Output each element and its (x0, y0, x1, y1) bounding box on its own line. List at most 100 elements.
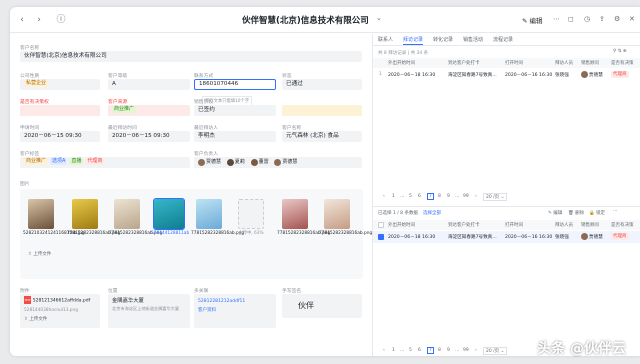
attachment-upload-button[interactable]: ⇧ 上传文件 (24, 317, 47, 322)
photo-thumb[interactable] (282, 199, 308, 229)
detail-form: 客户名称 伙伴智慧(北京)信息技术有限公司 公司性质 私营企业 客户等级 A 联… (10, 34, 372, 356)
owners-field[interactable]: 贾德慧 夏莉 董雷 贾德慧 (194, 157, 362, 168)
photo-thumb-selected[interactable] (153, 198, 185, 230)
contact-input[interactable]: 18601070446 (194, 79, 276, 90)
decision-badge: 代理商 (611, 71, 629, 78)
close-icon[interactable]: ✕ (629, 15, 635, 23)
photo-thumb[interactable] (28, 199, 54, 229)
apply-time-field[interactable]: 2020－06－15 09:30 (20, 131, 100, 142)
tab-contacts[interactable]: 联系人 (378, 36, 393, 43)
back-icon[interactable]: ‹ (15, 13, 29, 27)
signature-field[interactable]: 伙伴 (282, 294, 362, 318)
cell-open: 2020－06－16 16:30 (505, 235, 553, 240)
page-5[interactable]: 5 (409, 194, 412, 199)
comment-icon[interactable]: ◻ (568, 15, 574, 23)
customer-name-field[interactable]: 伙伴智慧(北京)信息技术有限公司 (20, 51, 362, 62)
select-all-checkbox[interactable] (378, 222, 384, 228)
customer-company-field[interactable]: 元气森林 (北京) 食品 (282, 131, 362, 142)
avatar (250, 159, 258, 166)
photo-thumb[interactable] (196, 199, 222, 229)
tab-visit-records[interactable]: 拜访记录 (403, 36, 424, 45)
pager-prev[interactable]: ‹ (383, 194, 385, 199)
bulk-edit-button[interactable]: ✎ 编辑 (548, 210, 562, 216)
location-place: 金隅嘉华大厦 (112, 298, 144, 304)
select-all-link[interactable]: 选择全部 (423, 210, 441, 216)
page-1[interactable]: 1 (392, 348, 395, 353)
avatar (581, 233, 588, 240)
page-8[interactable]: 8 (438, 348, 441, 353)
photo-thumb[interactable] (324, 199, 350, 229)
page-6[interactable]: 6 (418, 348, 421, 353)
page-size-value: 20 /页 (486, 195, 500, 200)
related-field[interactable]: 52812281212addf11 客户资料 (194, 294, 276, 328)
bulk-more-icon[interactable]: ⋯ (613, 209, 618, 214)
share-icon[interactable]: ⇪ (599, 15, 605, 23)
pager-next[interactable]: › (475, 348, 477, 353)
photo-thumb[interactable] (72, 199, 98, 229)
pager-ellipsis: … (400, 194, 405, 199)
page-size-select[interactable]: 20 /页 ⌄ (483, 347, 508, 355)
page-9[interactable]: 9 (447, 348, 450, 353)
row-checkbox[interactable] (378, 234, 384, 240)
col-start: 外出开始时间 (388, 223, 415, 228)
tab-sales-activity[interactable]: 销售活动 (463, 36, 483, 43)
page-1[interactable]: 1 (392, 194, 395, 199)
bulk-delete-button[interactable]: 🗑 删除 (568, 210, 584, 216)
page-99[interactable]: 99 (463, 194, 469, 199)
page-current[interactable]: 7 (427, 193, 434, 200)
customer-name-label: 客户名称 (20, 46, 40, 51)
related-link[interactable]: 客户资料 (198, 308, 216, 313)
cell-advisor: 贾德慧 (581, 233, 603, 240)
page-99[interactable]: 99 (463, 348, 469, 353)
customer-level-field[interactable]: A (108, 79, 190, 90)
page-current[interactable]: 7 (427, 347, 434, 354)
related-link[interactable]: 52812281212addf11 (198, 299, 245, 304)
tag-item: 代理商 (85, 158, 105, 165)
pager-next[interactable]: › (475, 194, 477, 199)
page-8[interactable]: 8 (438, 194, 441, 199)
photo-thumb[interactable] (114, 199, 140, 229)
decision-maker-field[interactable] (20, 105, 100, 116)
customer-tags-field[interactable]: 商业推广 选项A 直播 代理商 (20, 157, 190, 168)
location-field[interactable]: 金隅嘉华大厦 北京市海淀区上地街道金隅嘉华大厦 (108, 294, 190, 328)
tab-process-records[interactable]: 流程记录 (493, 36, 513, 43)
page-5[interactable]: 5 (409, 348, 412, 353)
customer-source-field[interactable]: 商业推广 (108, 105, 190, 116)
pager-prev[interactable]: ‹ (383, 348, 385, 353)
latest-visit-time-label: 最近拜访时间 (108, 126, 137, 131)
related-label: 多关联 (194, 289, 209, 294)
sales-stage-extra-field[interactable] (282, 105, 362, 116)
avatar (274, 159, 282, 166)
upload-progress: 上传中, 63% (238, 231, 264, 236)
attachment-sub[interactable]: 528144038hocnul13.png (24, 308, 78, 313)
latest-visitor-field[interactable]: 李明杰 (194, 131, 276, 142)
photo-caption: 77815282328816ab.png (191, 231, 245, 236)
tab-conversion-records[interactable]: 转化记录 (433, 36, 453, 43)
latest-visit-time-field[interactable]: 2020－06－15 09:30 (108, 131, 190, 142)
clock-icon[interactable]: ◷ (584, 15, 590, 23)
upload-button[interactable]: ⇧ 上传文件 (28, 251, 51, 257)
bulk-lock-label: 锁定 (596, 211, 606, 216)
edit-button[interactable]: ✎ 编辑 (522, 15, 543, 25)
info-icon[interactable]: ⓘ (54, 13, 68, 27)
forward-icon[interactable]: › (32, 13, 46, 27)
watermark: 头条 @伙伴云 (537, 341, 626, 357)
advisor-name: 贾德慧 (589, 73, 603, 78)
avatar (226, 159, 234, 166)
signature-label: 手写签名 (282, 289, 302, 294)
more-icon[interactable]: ⋯ (553, 15, 560, 23)
status-label: 状态 (282, 74, 292, 79)
company-nature-field[interactable]: 私营企业 (20, 79, 100, 90)
status-field[interactable]: 已通过 (282, 79, 362, 90)
contact-label: 联系方式 (194, 74, 214, 79)
bulk-lock-button[interactable]: 🔒 锁定 (589, 210, 605, 216)
page-size-select[interactable]: 20 /页 ⌄ (483, 193, 508, 201)
sales-stage-field[interactable]: 已签约 (194, 105, 276, 116)
attachment-name[interactable]: 528121346612affdda.pdf (33, 299, 90, 304)
page-9[interactable]: 9 (447, 194, 450, 199)
settings-icon[interactable]: ⚙ (614, 15, 620, 23)
filter-icon[interactable]: ⚲ ⇅ ⊕ (613, 49, 627, 54)
page-6[interactable]: 6 (418, 194, 421, 199)
chevron-down-icon[interactable]: ⌄ (376, 14, 382, 22)
cell-advisor: 贾德慧 (581, 71, 603, 78)
